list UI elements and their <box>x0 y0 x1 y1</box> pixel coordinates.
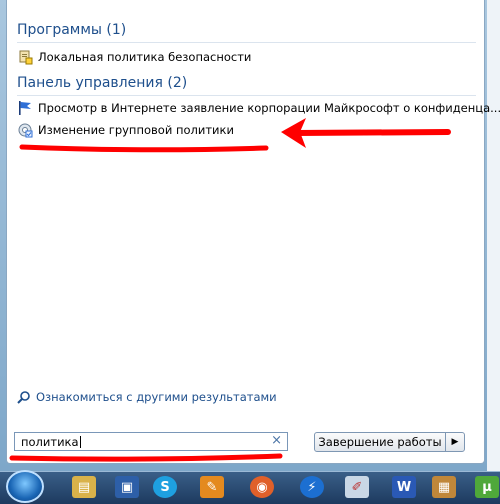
firefox-icon[interactable]: ◉ <box>250 476 274 498</box>
pen-app-icon[interactable]: ✎ <box>200 476 224 498</box>
result-group-policy[interactable]: Изменение групповой политики <box>17 120 234 140</box>
see-more-label: Ознакомиться с другими результатами <box>36 390 277 404</box>
divider <box>17 42 476 43</box>
skype-icon[interactable]: S <box>153 476 177 498</box>
explorer-icon[interactable]: ▤ <box>72 476 96 498</box>
lightning-app-icon[interactable]: ⚡ <box>300 476 324 498</box>
arrow-right-icon[interactable]: ▶ <box>445 432 465 452</box>
search-results-panel: Программы (1) Локальная политика безопас… <box>6 0 500 464</box>
blue-flag-icon <box>17 100 33 116</box>
result-label: Просмотр в Интернете заявление корпораци… <box>38 101 500 115</box>
local-security-policy-icon <box>17 49 33 65</box>
word-icon[interactable]: W <box>392 476 416 498</box>
see-more-results-link[interactable]: Ознакомиться с другими результатами <box>17 390 277 404</box>
result-local-security-policy[interactable]: Локальная политика безопасности <box>17 47 251 67</box>
search-value: политика <box>21 435 81 449</box>
divider <box>17 95 476 96</box>
paint-icon[interactable]: ✐ <box>345 476 369 498</box>
utorrent-icon[interactable]: µ <box>475 476 499 498</box>
control-panel-header: Панель управления (2) <box>17 75 188 91</box>
programs-header: Программы (1) <box>17 22 127 38</box>
search-icon <box>17 390 31 404</box>
image-icon[interactable]: ▦ <box>432 476 456 498</box>
result-privacy-statement[interactable]: Просмотр в Интернете заявление корпораци… <box>17 98 500 118</box>
start-orb-icon[interactable] <box>6 470 44 503</box>
floppy-save-icon[interactable]: ▣ <box>115 476 139 498</box>
search-input[interactable]: политика × <box>14 432 288 451</box>
group-policy-icon <box>17 122 33 138</box>
result-label: Изменение групповой политики <box>38 123 234 137</box>
shutdown-button[interactable]: Завершение работы <box>314 432 446 452</box>
close-icon[interactable]: × <box>271 433 282 448</box>
result-label: Локальная политика безопасности <box>38 50 252 64</box>
background-window-strip <box>487 0 500 471</box>
